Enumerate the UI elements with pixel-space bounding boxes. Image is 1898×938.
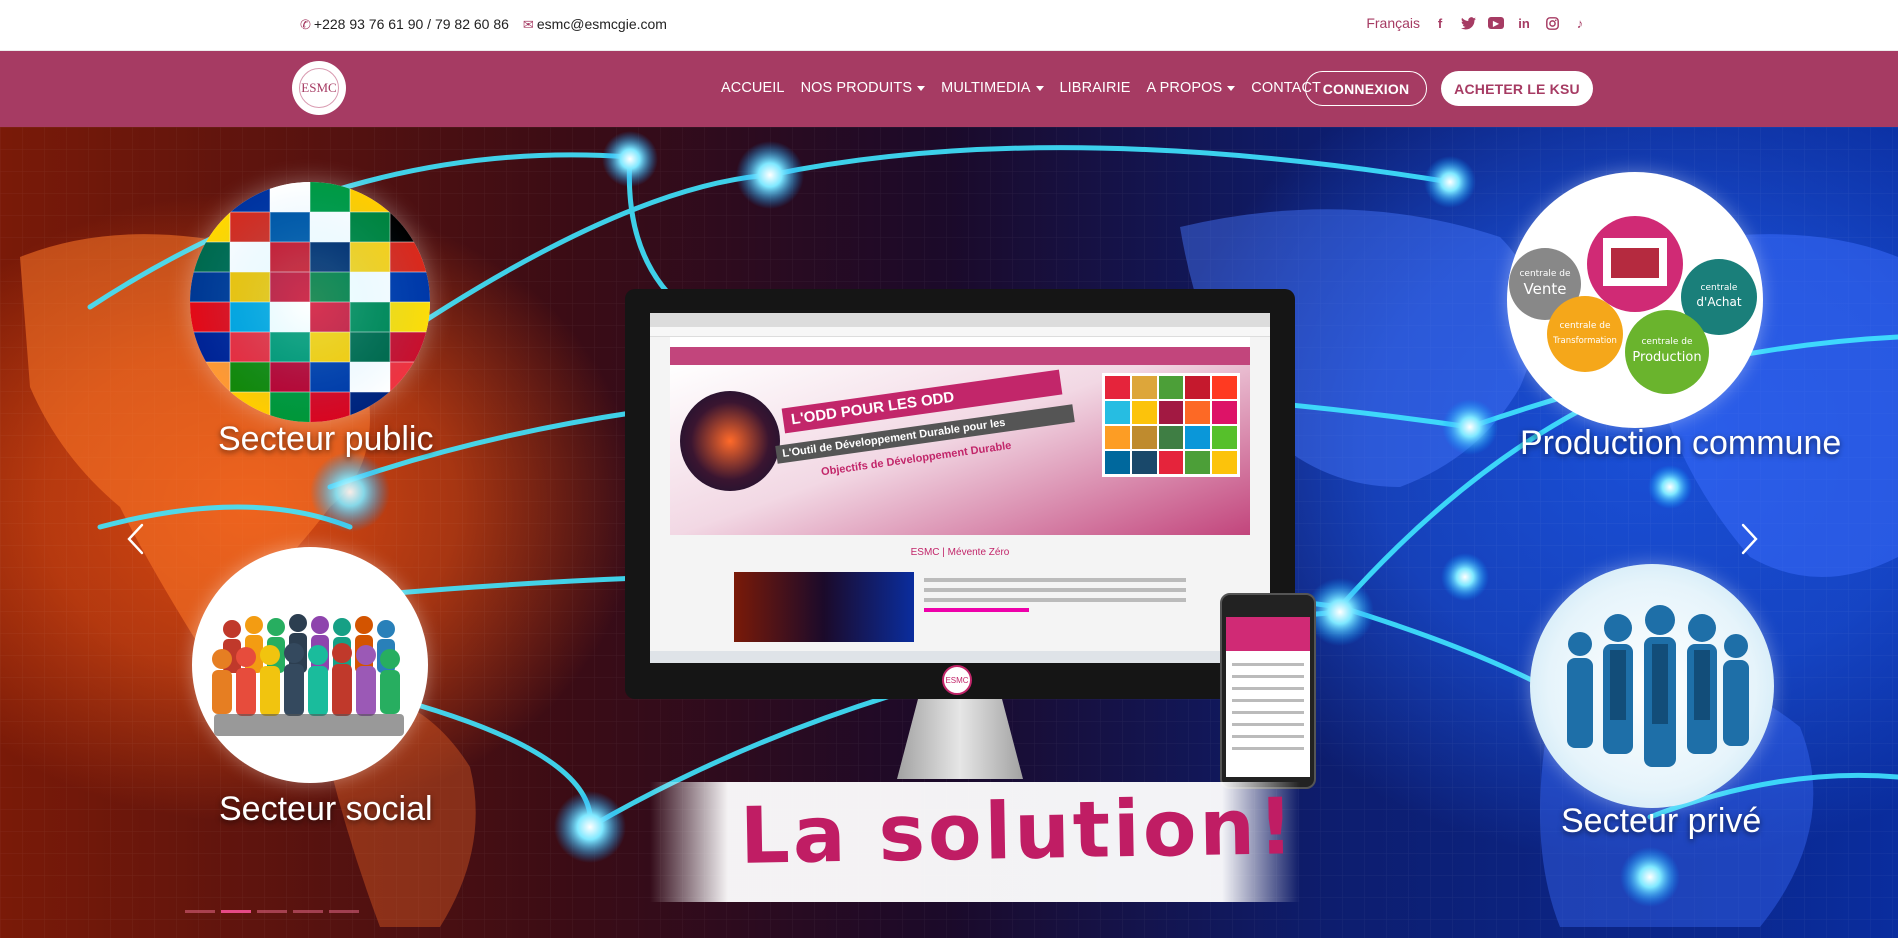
tiktok-icon[interactable]: ♪: [1572, 15, 1588, 31]
social-sector-circle: [192, 547, 428, 783]
centrale-prod-line1: centrale de: [1641, 337, 1693, 347]
site-logo[interactable]: ESMC: [294, 63, 344, 113]
contact-info: ✆ +228 93 76 61 90 / 79 82 60 86 ✉ esmc@es…: [300, 16, 667, 33]
carousel-indicator[interactable]: [293, 910, 323, 913]
logo-ring: ESMC: [299, 68, 339, 108]
centrale-vente-line1: centrale de: [1519, 269, 1571, 279]
browser-tab-bar: [650, 313, 1270, 327]
youtube-icon[interactable]: ▶: [1488, 17, 1504, 29]
top-bar-right: Français f ▶ in ♪: [1366, 15, 1588, 31]
email-link[interactable]: ✉ esmc@esmcgie.com: [523, 16, 667, 33]
nav-label: A PROPOS: [1146, 80, 1223, 96]
login-button[interactable]: CONNEXION: [1305, 71, 1427, 106]
nav-label: MULTIMEDIA: [941, 80, 1031, 96]
linkedin-icon[interactable]: in: [1516, 15, 1532, 31]
monitor-logo: ESMC: [942, 665, 972, 695]
label-secteur-social: Secteur social: [219, 790, 433, 828]
business-people-illustration: [1567, 605, 1749, 767]
centrale-achat-line1: centrale: [1701, 283, 1738, 293]
centrale-prod-line2: Production: [1632, 350, 1701, 365]
carousel-indicator[interactable]: [329, 910, 359, 913]
caret-down-icon: [1035, 85, 1044, 91]
mini-esmc-globe: [680, 391, 780, 491]
main-navbar: ESMC ACCUEIL NOS PRODUITS MULTIMEDIA LIB…: [0, 51, 1898, 127]
email-address: esmc@esmcgie.com: [536, 16, 667, 32]
language-selector[interactable]: Français: [1366, 15, 1420, 31]
mini-site-navbar: [670, 347, 1250, 365]
nav-item-a-propos[interactable]: A PROPOS: [1147, 80, 1236, 96]
mini-content-text: [924, 572, 1186, 642]
label-production-commune: Production commune: [1520, 424, 1842, 462]
hero-carousel: Secteur public Secteur social centrale d…: [0, 127, 1898, 938]
phone-link[interactable]: ✆ +228 93 76 61 90 / 79 82 60 86: [300, 16, 509, 33]
top-bar: ✆ +228 93 76 61 90 / 79 82 60 86 ✉ esmc@es…: [0, 0, 1898, 51]
carousel-indicator[interactable]: [257, 910, 287, 913]
browser-address-bar: [650, 327, 1270, 337]
crowd-illustration: [212, 614, 404, 736]
nav-item-accueil[interactable]: ACCUEIL: [721, 80, 785, 96]
caret-down-icon: [917, 85, 926, 91]
flag-globe-illustration: [190, 182, 430, 422]
taskbar: [650, 651, 1270, 663]
carousel-prev-button[interactable]: [122, 519, 148, 559]
mini-content-row: [734, 572, 1186, 642]
centrale-transfo-line2: Transformation: [1552, 336, 1617, 346]
sdg-grid: [1102, 373, 1240, 477]
carousel-indicators: [185, 910, 359, 913]
nav-label: NOS PRODUITS: [800, 80, 913, 96]
caret-down-icon: [1227, 85, 1236, 91]
tagline-la-solution: La solution!: [739, 782, 1298, 882]
label-secteur-public: Secteur public: [218, 420, 434, 458]
nav-label: ACCUEIL: [721, 80, 785, 96]
private-sector-circle: [1530, 564, 1774, 808]
production-centrales-illustration: centrale de Vente centrale d'Achat centr…: [1509, 216, 1757, 394]
phone-number: +228 93 76 61 90 / 79 82 60 86: [313, 16, 509, 32]
smartphone-screen: [1226, 617, 1310, 777]
envelope-icon: ✉: [522, 17, 534, 32]
chevron-left-icon: [127, 523, 144, 555]
logo-text: ESMC: [301, 80, 337, 95]
nav-item-librairie[interactable]: LIBRAIRIE: [1060, 80, 1131, 96]
facebook-icon[interactable]: f: [1432, 15, 1448, 31]
centrale-transfo-line1: centrale de: [1559, 321, 1611, 331]
carousel-next-button[interactable]: [1737, 519, 1763, 559]
carousel-indicator[interactable]: [221, 910, 251, 913]
monitor-screen: L'ODD POUR LES ODD L'Outil de Développem…: [650, 313, 1270, 663]
label-secteur-prive: Secteur privé: [1561, 802, 1762, 840]
monitor-logo-text: ESMC: [945, 675, 969, 685]
twitter-icon[interactable]: [1460, 15, 1476, 31]
mini-content-image: [734, 572, 914, 642]
nav-item-multimedia[interactable]: MULTIMEDIA: [941, 80, 1044, 96]
carousel-indicator[interactable]: [185, 910, 215, 913]
instagram-icon[interactable]: [1544, 15, 1560, 31]
centrale-achat-line2: d'Achat: [1696, 295, 1741, 309]
mini-site-banner: L'ODD POUR LES ODD L'Outil de Développem…: [670, 365, 1250, 535]
chevron-right-icon: [1741, 523, 1758, 555]
nav-menu: ACCUEIL NOS PRODUITS MULTIMEDIA LIBRAIRI…: [721, 80, 1321, 96]
buy-ksu-button[interactable]: ACHETER LE KSU: [1441, 71, 1593, 106]
phone-icon: ✆: [300, 17, 311, 32]
production-circle: centrale de Vente centrale d'Achat centr…: [1507, 172, 1763, 428]
nav-item-nos-produits[interactable]: NOS PRODUITS: [801, 80, 926, 96]
mini-site-topbar: [670, 337, 1250, 347]
centrale-vente-line2: Vente: [1524, 280, 1567, 298]
mini-section-title: ESMC | Mévente Zéro: [910, 547, 1010, 558]
nav-label: LIBRAIRIE: [1059, 80, 1131, 96]
